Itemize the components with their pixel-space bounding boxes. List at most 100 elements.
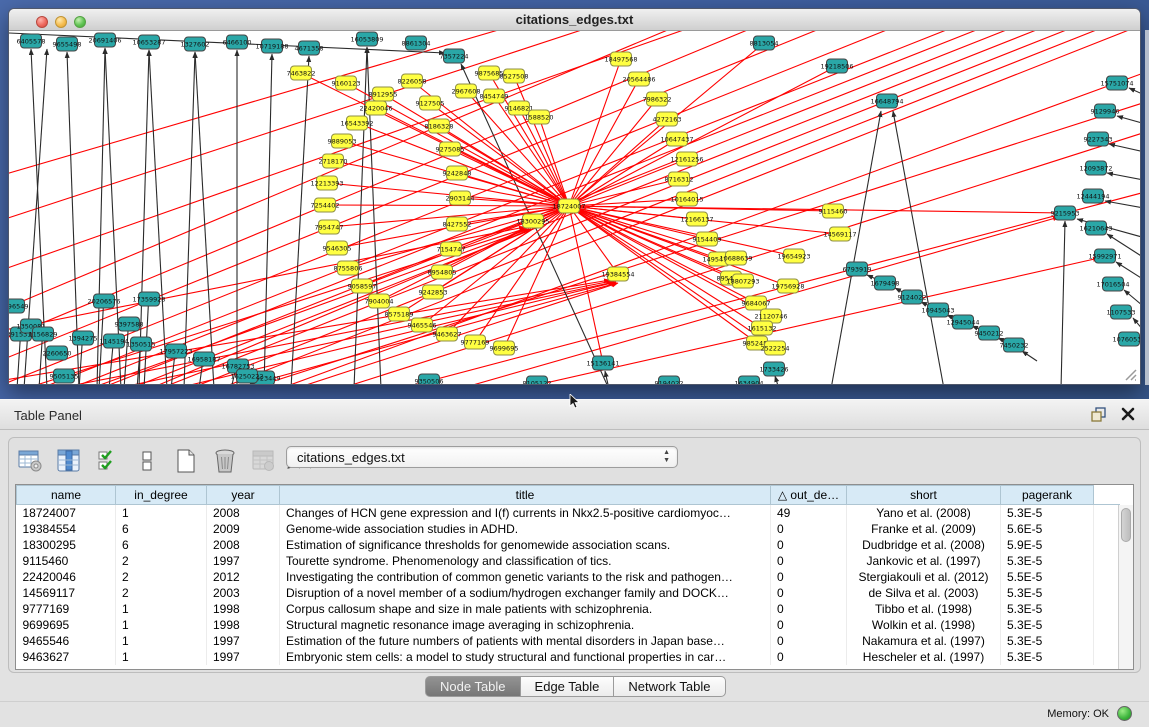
graph-node-yellow[interactable]: 8912955	[369, 87, 398, 101]
graph-node-teal[interactable]: 7357224	[440, 49, 469, 63]
graph-node-teal[interactable]: 6405578	[17, 34, 46, 48]
table-cell[interactable]: 1	[116, 505, 207, 522]
table-cell[interactable]: 1	[116, 649, 207, 665]
graph-node-teal[interactable]: 7450232	[1000, 338, 1029, 352]
table-cell[interactable]	[1094, 553, 1120, 569]
table-cell[interactable]: 2008	[207, 505, 280, 522]
table-cell[interactable]	[1094, 617, 1120, 633]
table-cell[interactable]: Jankovic et al. (1997)	[847, 553, 1001, 569]
column-header-year[interactable]: year	[207, 486, 280, 505]
table-cell[interactable]: Yano et al. (2008)	[847, 505, 1001, 522]
graph-node-yellow[interactable]: 9154409	[693, 232, 722, 246]
table-cell[interactable]: Estimation of the future numbers of pati…	[280, 633, 771, 649]
table-cell[interactable]: de Silva et al. (2003)	[847, 585, 1001, 601]
graph-node-yellow[interactable]: 7154747	[437, 242, 466, 256]
table-cell[interactable]	[1094, 649, 1120, 665]
table-cell[interactable]: 14569117	[17, 585, 116, 601]
table-cell[interactable]: Hescheler et al. (1997)	[847, 649, 1001, 665]
graph-node-yellow[interactable]: 7954747	[315, 220, 344, 234]
create-table-icon[interactable]	[173, 448, 199, 474]
graph-node-yellow[interactable]: 8527508	[500, 69, 529, 83]
graph-node-teal[interactable]: 1679498	[871, 276, 900, 290]
row-height-icon[interactable]	[134, 448, 160, 474]
table-cell[interactable]: 49	[771, 505, 847, 522]
table-cell[interactable]: 19384554	[17, 521, 116, 537]
table-cell[interactable]: 5.3E-5	[1001, 505, 1094, 522]
graph-node-yellow[interactable]: 9546305	[323, 241, 352, 255]
table-cell[interactable]: 1	[116, 617, 207, 633]
column-header-title[interactable]: title	[280, 486, 771, 505]
table-cell[interactable]: 6	[116, 537, 207, 553]
table-cell[interactable]: 1997	[207, 553, 280, 569]
graph-node-yellow[interactable]: 9699695	[490, 341, 519, 355]
graph-node-teal[interactable]: 10760533	[1112, 332, 1140, 346]
table-cell[interactable]: Wolkin et al. (1998)	[847, 617, 1001, 633]
table-cell[interactable]: 22420046	[17, 569, 116, 585]
table-scrollbar-thumb[interactable]	[1121, 508, 1131, 542]
select-columns-icon[interactable]	[95, 448, 121, 474]
graph-node-yellow[interactable]: 2718170	[319, 154, 348, 168]
table-cell[interactable]: 1998	[207, 601, 280, 617]
graph-node-yellow[interactable]: 14569117	[823, 227, 856, 241]
column-header-pagerank[interactable]: pagerank	[1001, 486, 1094, 505]
table-row[interactable]: 1872400712008Changes of HCN gene express…	[17, 505, 1120, 522]
graph-node-yellow[interactable]: 7254402	[311, 198, 340, 212]
graph-node-teal[interactable]: 9505135	[50, 369, 79, 383]
table-cell[interactable]	[1094, 633, 1120, 649]
table-cell[interactable]: Investigating the contribution of common…	[280, 569, 771, 585]
table-cell[interactable]: 9465546	[17, 633, 116, 649]
graph-node-teal[interactable]: 8861304	[402, 36, 431, 50]
graph-node-yellow[interactable]: 8186328	[425, 119, 454, 133]
graph-node-teal[interactable]: 9227343	[1084, 132, 1113, 146]
graph-node-teal[interactable]: 9350506	[415, 374, 444, 384]
graph-node-teal[interactable]: 1634904	[735, 376, 764, 384]
graph-node-teal[interactable]: 10653287	[132, 35, 165, 49]
table-cell[interactable]: 2	[116, 553, 207, 569]
table-row[interactable]: 1456911722003Disruption of a novel membe…	[17, 585, 1120, 601]
graph-node-yellow[interactable]: 8954805	[428, 265, 457, 279]
graph-node-yellow[interactable]: 1588520	[525, 110, 554, 124]
table-row[interactable]: 1938455462009Genome-wide association stu…	[17, 521, 1120, 537]
graph-node-teal[interactable]: 8813054	[750, 36, 779, 50]
graph-node-teal[interactable]: 1394275	[69, 331, 98, 345]
graph-node-teal[interactable]: 9194022	[655, 376, 684, 384]
graph-node-teal[interactable]: 1296549	[9, 299, 28, 313]
table-cell[interactable]	[1094, 585, 1120, 601]
show-columns-icon[interactable]	[56, 448, 82, 474]
table-cell[interactable]: 5.3E-5	[1001, 553, 1094, 569]
graph-node-yellow[interactable]: 8226058	[398, 74, 427, 88]
table-cell[interactable]: Nakamura et al. (1997)	[847, 633, 1001, 649]
graph-node-yellow[interactable]: 7986322	[643, 92, 672, 106]
tab-edge-table[interactable]: Edge Table	[521, 676, 615, 697]
graph-node-teal[interactable]: 6466100	[223, 35, 252, 49]
table-cell[interactable]: 1	[116, 633, 207, 649]
table-cell[interactable]: 18724007	[17, 505, 116, 522]
network-canvas[interactable]: 1872400774638229160123891295582260589127…	[9, 31, 1140, 384]
graph-node-teal[interactable]: 9124022	[898, 290, 927, 304]
table-row[interactable]: 946362711997Embryonic stem cells: a mode…	[17, 649, 1120, 665]
graph-node-teal[interactable]: 4671358	[295, 41, 324, 55]
table-cell[interactable]: 0	[771, 537, 847, 553]
graph-node-teal[interactable]: 16053809	[350, 32, 383, 46]
graph-node-yellow[interactable]: 1615132	[748, 321, 777, 335]
graph-node-yellow[interactable]: 2522254	[761, 341, 790, 355]
table-cell[interactable]: 9777169	[17, 601, 116, 617]
delete-table-icon[interactable]	[212, 448, 238, 474]
table-cell[interactable]: 1	[116, 601, 207, 617]
graph-node-teal[interactable]: 1145194	[100, 334, 129, 348]
graph-node-yellow[interactable]: 7904004	[365, 294, 394, 308]
table-cell[interactable]: 2009	[207, 521, 280, 537]
network-window-titlebar[interactable]: citations_edges.txt	[9, 9, 1140, 31]
table-cell[interactable]: 2	[116, 585, 207, 601]
table-row[interactable]: 1830029562008Estimation of significance …	[17, 537, 1120, 553]
graph-node-teal[interactable]: 10719188	[255, 39, 288, 53]
graph-node-yellow[interactable]: 19654923	[777, 249, 810, 263]
graph-node-teal[interactable]: 9215953	[1051, 206, 1080, 220]
table-cell[interactable]: 0	[771, 617, 847, 633]
table-cell[interactable]: 5.6E-5	[1001, 521, 1094, 537]
column-header-in_degree[interactable]: in_degree	[116, 486, 207, 505]
tab-node-table[interactable]: Node Table	[425, 676, 521, 697]
graph-node-teal[interactable]: 2260650	[43, 346, 72, 360]
graph-node-yellow[interactable]: 8716312	[665, 172, 694, 186]
table-cell[interactable]: 0	[771, 569, 847, 585]
